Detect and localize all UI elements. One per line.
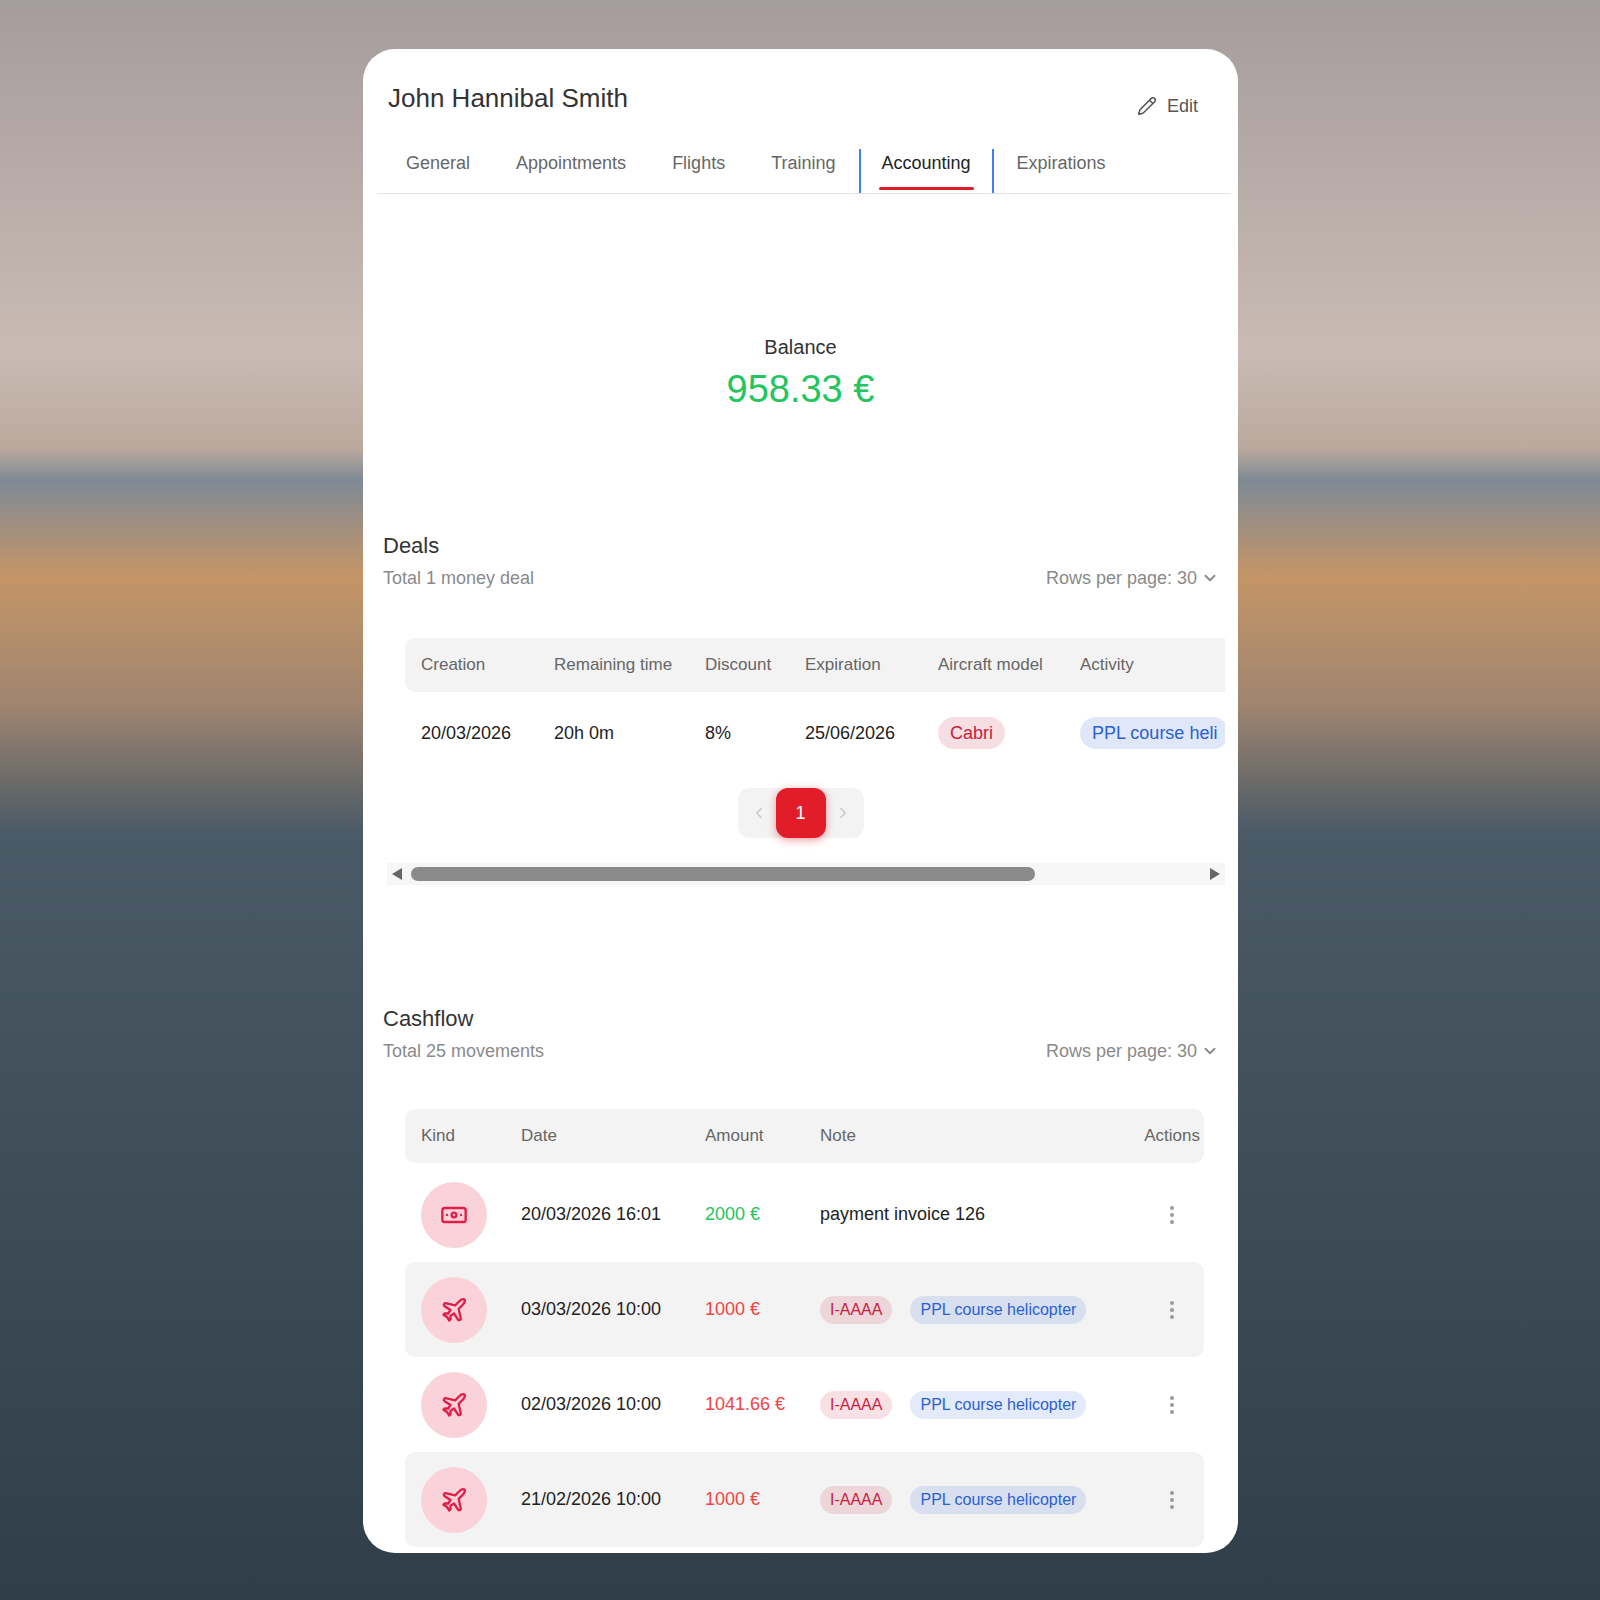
tab[interactable]: Appointments — [493, 149, 649, 193]
note-tag: I-AAAA — [820, 1296, 892, 1324]
chevron-down-icon — [1201, 1042, 1219, 1060]
deal-row[interactable]: 20/03/202620h 0m8%25/06/2026CabriPPL cou… — [405, 692, 1225, 774]
movement-amount: 1041.66 € — [705, 1391, 820, 1418]
cashflow-title: Cashflow — [383, 1005, 544, 1033]
activity-tag: PPL course heli — [1080, 717, 1225, 749]
movement-note: I-AAAA PPL course helicopter — [820, 1391, 1120, 1419]
row-actions-button[interactable] — [1156, 1294, 1188, 1326]
note-tag: PPL course helicopter — [910, 1296, 1086, 1324]
page: John Hannibal Smith Edit GeneralAppointmen… — [0, 0, 1600, 1600]
note-tag: PPL course helicopter — [910, 1486, 1086, 1514]
movement-note: payment invoice 126 — [820, 1201, 1120, 1228]
plane-icon — [440, 1486, 468, 1514]
cashflow-row[interactable]: 03/03/2026 10:001000 €I-AAAA PPL course h… — [405, 1262, 1204, 1357]
more-icon — [1160, 1203, 1184, 1227]
chevron-down-icon — [1201, 569, 1219, 587]
movement-amount: 1000 € — [705, 1296, 820, 1323]
horizontal-scrollbar[interactable] — [387, 863, 1225, 885]
cashflow-table: KindDateAmountNoteActions20/03/2026 16:0… — [405, 1109, 1204, 1547]
column-header: Remaining time — [554, 652, 705, 678]
cashflow-header: Cashflow Total 25 movements Rows per page:… — [363, 1005, 1238, 1063]
scroll-left-icon[interactable] — [391, 867, 403, 881]
balance-value: 958.33 € — [727, 366, 875, 412]
kind-badge — [421, 1372, 487, 1438]
deals-table: CreationRemaining timeDiscountExpiration… — [405, 638, 1225, 774]
note-tag: I-AAAA — [820, 1391, 892, 1419]
more-icon — [1160, 1298, 1184, 1322]
cashflow-row[interactable]: 21/02/2026 10:001000 €I-AAAA PPL course h… — [405, 1452, 1204, 1547]
column-header: Expiration — [805, 652, 938, 678]
page-button[interactable]: 1 — [776, 788, 826, 838]
deals-title: Deals — [383, 532, 534, 560]
tab-underline — [879, 187, 974, 190]
movement-date: 03/03/2026 10:00 — [521, 1296, 705, 1323]
deals-table-header: CreationRemaining timeDiscountExpiration… — [405, 638, 1225, 692]
movement-date: 21/02/2026 10:00 — [521, 1486, 705, 1513]
column-header: Actions — [1120, 1123, 1200, 1149]
row-actions-button[interactable] — [1156, 1484, 1188, 1516]
rows-per-page-select[interactable]: Rows per page: 30 — [1046, 566, 1219, 590]
profile-card: John Hannibal Smith Edit GeneralAppointmen… — [363, 49, 1238, 1553]
more-icon — [1160, 1393, 1184, 1417]
aircraft-tag: Cabri — [938, 717, 1005, 749]
tab[interactable]: General — [383, 149, 493, 193]
plane-icon — [440, 1296, 468, 1324]
tab[interactable]: Expirations — [994, 149, 1129, 193]
scrollbar-thumb[interactable] — [411, 867, 1035, 881]
column-header: Activity — [1080, 652, 1225, 678]
column-header: Amount — [705, 1123, 820, 1149]
chevron-right-icon[interactable] — [834, 804, 852, 822]
column-header: Kind — [421, 1123, 521, 1149]
pencil-icon — [1137, 96, 1157, 116]
balance-label: Balance — [764, 335, 836, 359]
plane-icon — [440, 1391, 468, 1419]
movement-amount: 2000 € — [705, 1201, 820, 1228]
kind-badge — [421, 1277, 487, 1343]
row-actions-button[interactable] — [1156, 1389, 1188, 1421]
pagination: 1 — [363, 788, 1238, 838]
movement-amount: 1000 € — [705, 1486, 820, 1513]
tab-bar: GeneralAppointmentsFlightsTrainingAccoun… — [377, 149, 1231, 194]
deals-header: Deals Total 1 money deal Rows per page: 30 — [363, 532, 1238, 590]
more-icon — [1160, 1488, 1184, 1512]
cashflow-row[interactable]: 02/03/2026 10:001041.66 €I-AAAA PPL cours… — [405, 1357, 1204, 1452]
row-actions-button[interactable] — [1156, 1199, 1188, 1231]
deals-subtitle: Total 1 money deal — [383, 566, 534, 590]
balance: Balance 958.33 € — [363, 335, 1238, 412]
kind-badge — [421, 1182, 487, 1248]
movement-note: I-AAAA PPL course helicopter — [820, 1486, 1120, 1514]
chevron-left-icon[interactable] — [750, 804, 768, 822]
profile-name: John Hannibal Smith — [388, 82, 628, 114]
edit-button[interactable]: Edit — [1137, 94, 1198, 118]
tab[interactable]: Flights — [649, 149, 748, 193]
cashflow-row[interactable]: 20/03/2026 16:012000 €payment invoice 12… — [405, 1167, 1204, 1262]
column-header: Creation — [421, 652, 554, 678]
column-header: Aircraft model — [938, 652, 1080, 678]
column-header: Date — [521, 1123, 705, 1149]
note-tag: I-AAAA — [820, 1486, 892, 1514]
cashflow-subtitle: Total 25 movements — [383, 1039, 544, 1063]
movement-note: I-AAAA PPL course helicopter — [820, 1296, 1120, 1324]
tab[interactable]: Accounting — [859, 149, 994, 193]
rows-per-page-select[interactable]: Rows per page: 30 — [1046, 1039, 1219, 1063]
card-header: John Hannibal Smith Edit — [363, 49, 1238, 118]
movement-date: 02/03/2026 10:00 — [521, 1391, 705, 1418]
scroll-right-icon[interactable] — [1209, 867, 1221, 881]
banknote-icon — [440, 1201, 468, 1229]
note-tag: PPL course helicopter — [910, 1391, 1086, 1419]
movement-date: 20/03/2026 16:01 — [521, 1201, 705, 1228]
column-header: Discount — [705, 652, 805, 678]
cashflow-table-header: KindDateAmountNoteActions — [405, 1109, 1204, 1163]
kind-badge — [421, 1467, 487, 1533]
column-header: Note — [820, 1123, 1120, 1149]
tab[interactable]: Training — [748, 149, 858, 193]
